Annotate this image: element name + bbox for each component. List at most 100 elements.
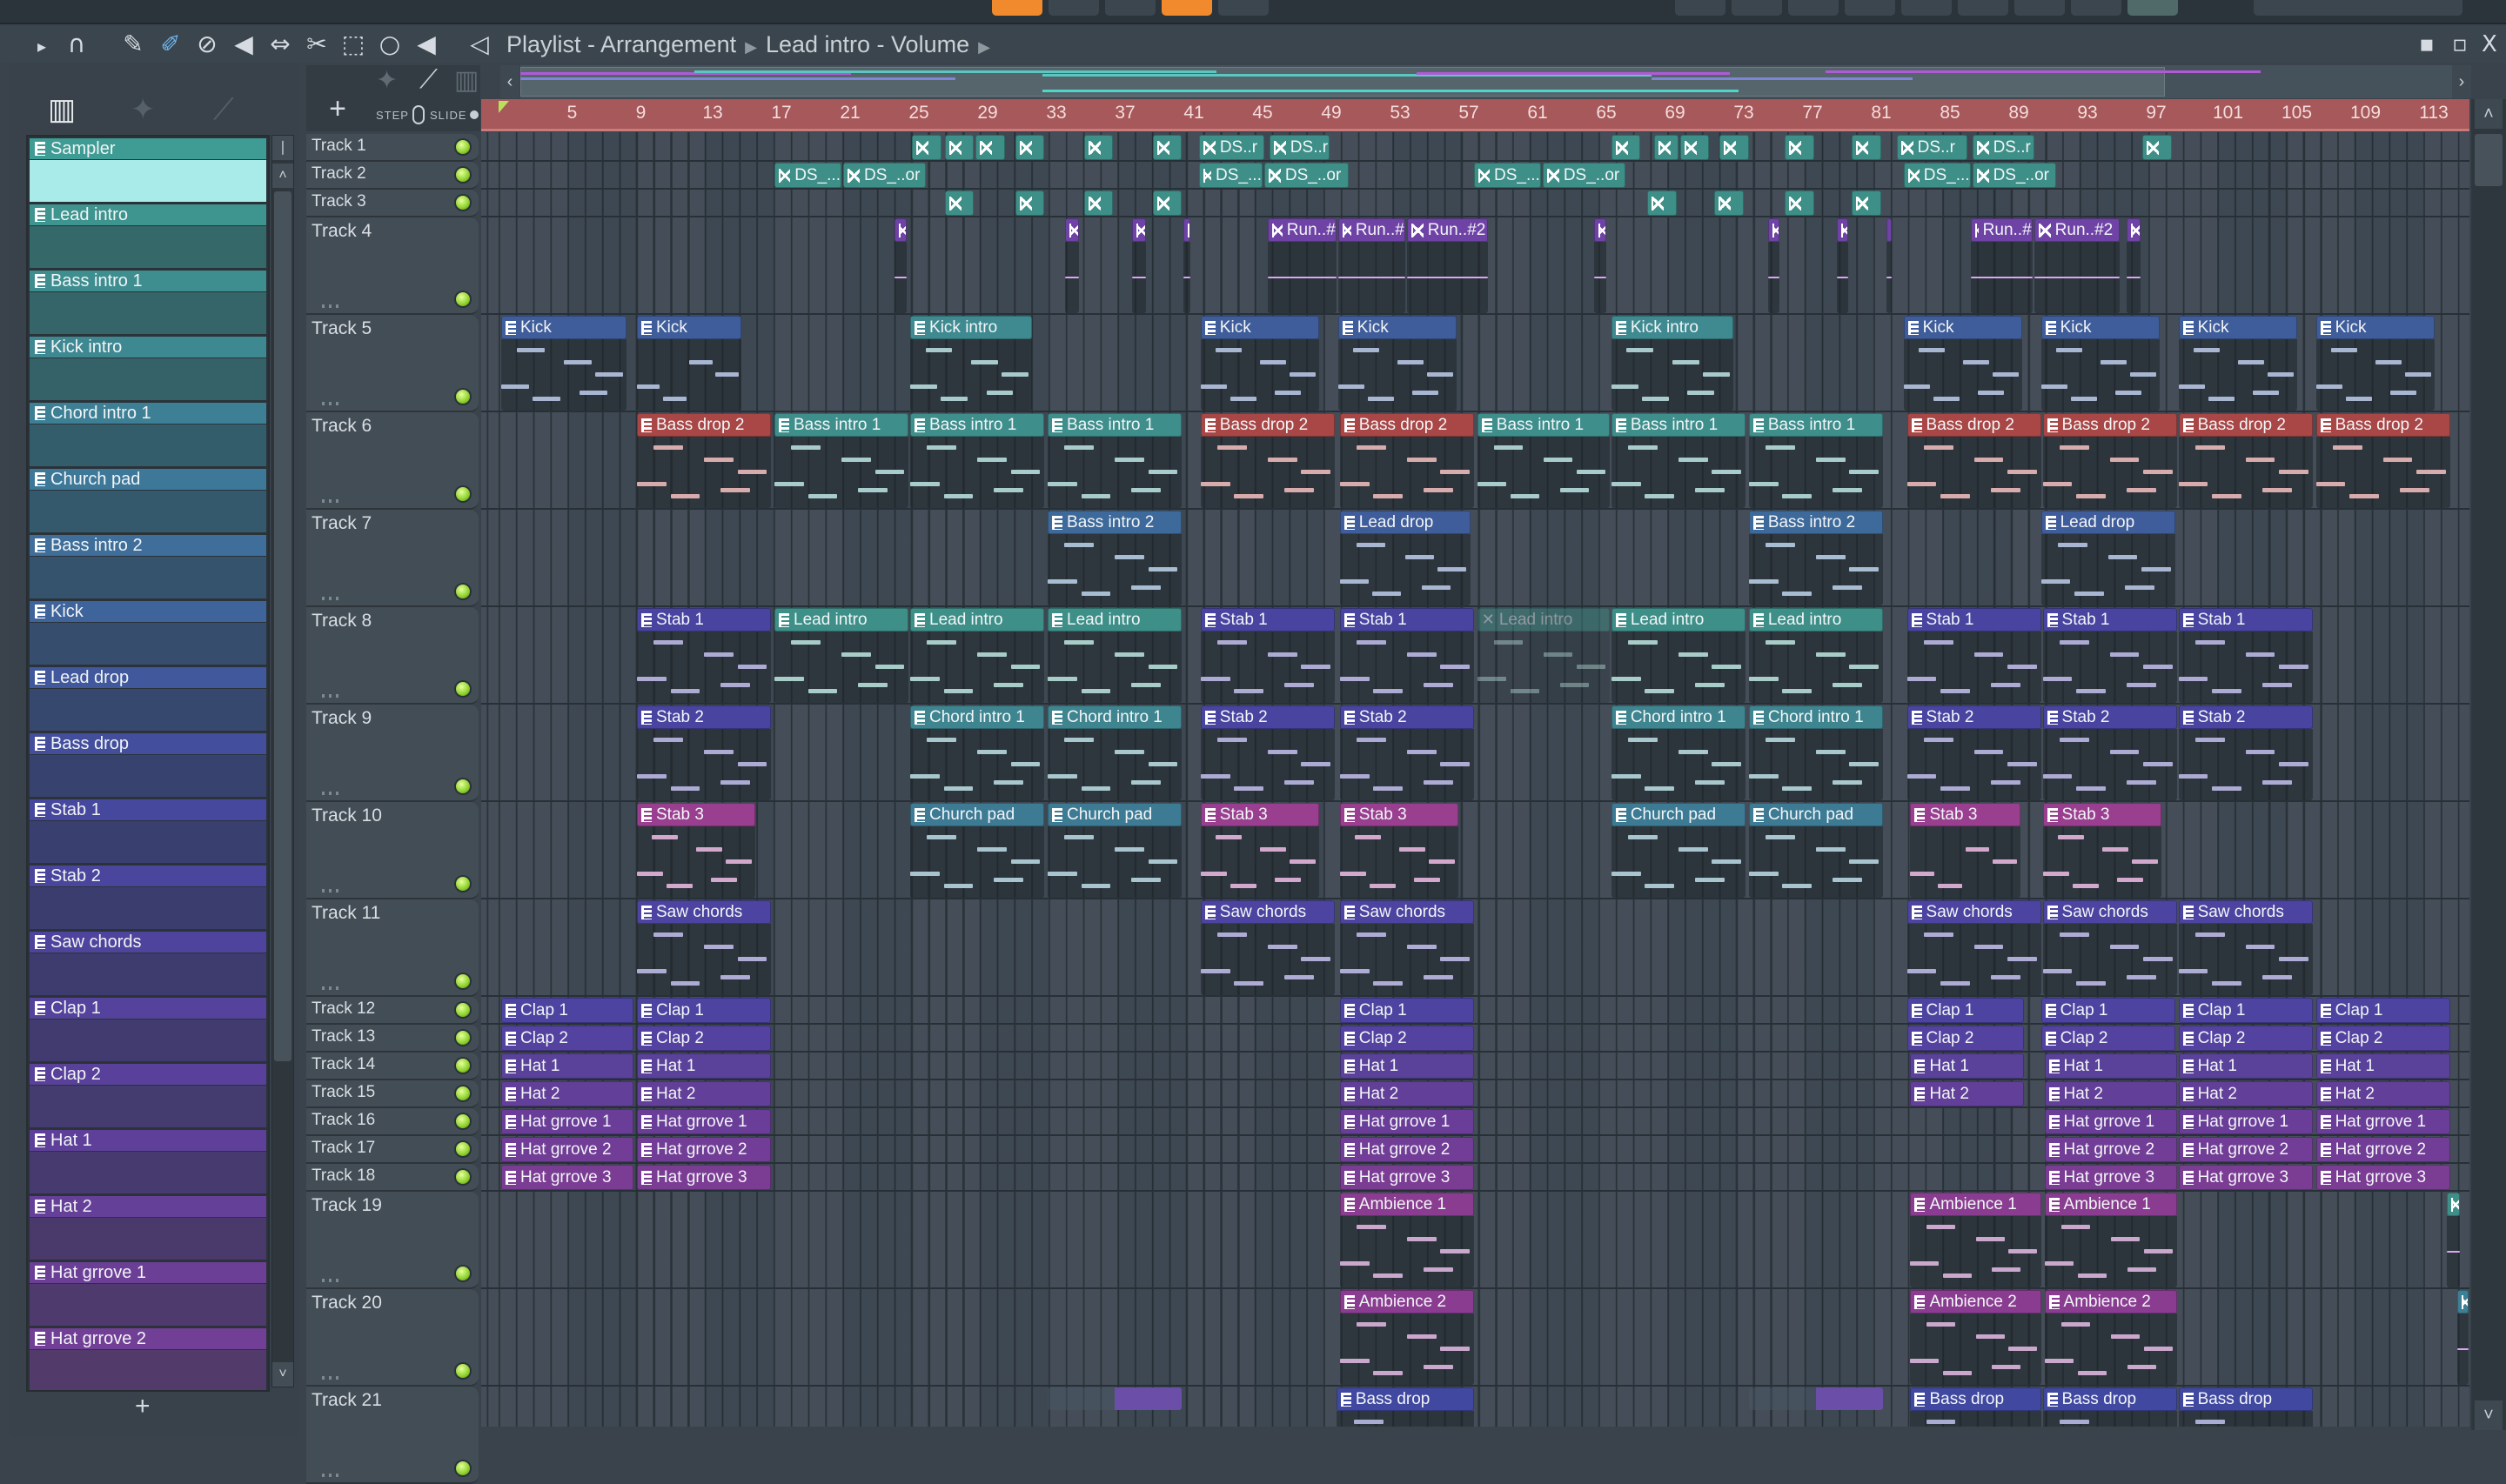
track-header[interactable]: Track 9 xyxy=(306,705,479,802)
toolbar-button[interactable] xyxy=(1218,0,1269,16)
clip[interactable] xyxy=(1852,191,1881,216)
add-pattern-button[interactable]: + xyxy=(135,1392,151,1421)
clip[interactable]: Chord intro 1 xyxy=(1748,705,1883,800)
clip-header[interactable] xyxy=(1064,218,1079,242)
clip-header[interactable]: Hat grrove 1 xyxy=(2178,1109,2313,1134)
clip[interactable]: Hat grrove 2 xyxy=(637,1137,772,1162)
pattern-header[interactable]: Kick xyxy=(30,601,266,622)
pattern-header[interactable]: Lead drop xyxy=(30,667,266,688)
clip-header[interactable]: Ambience 2 xyxy=(2044,1290,2177,1314)
clip[interactable]: DS..r xyxy=(1269,135,1330,160)
clip[interactable]: Hat 1 xyxy=(1910,1053,2024,1079)
clip-header[interactable]: Run..#2 xyxy=(2034,218,2121,242)
clip[interactable] xyxy=(1064,218,1079,313)
clip-header[interactable]: Ambience 1 xyxy=(2044,1193,2177,1216)
clip-header[interactable]: Hat grrove 2 xyxy=(2044,1137,2177,1162)
clip[interactable]: Bass intro 1 xyxy=(910,413,1045,508)
clip-header[interactable]: Clap 1 xyxy=(2178,998,2313,1023)
clip[interactable]: Ambience 1 xyxy=(1339,1193,1474,1287)
clip[interactable] xyxy=(1719,135,1749,160)
clip-header[interactable]: Hat grrove 1 xyxy=(500,1109,634,1134)
pattern-header[interactable]: Hat grrove 2 xyxy=(30,1328,266,1349)
clip-header[interactable]: Stab 1 xyxy=(2178,608,2313,632)
clip-header[interactable] xyxy=(944,191,975,216)
clip[interactable] xyxy=(1594,218,1606,313)
track-resize-grip[interactable] xyxy=(322,499,341,503)
clip[interactable]: Hat 2 xyxy=(637,1081,772,1106)
clip-header[interactable]: Stab 3 xyxy=(1339,803,1459,826)
clip-header[interactable]: Chord intro 1 xyxy=(1611,705,1745,729)
clip-header[interactable] xyxy=(975,135,1005,160)
clip-header[interactable] xyxy=(1679,135,1710,160)
clip[interactable]: Lead intro xyxy=(1748,608,1883,703)
clip-header[interactable]: Bass intro 1 xyxy=(774,413,909,437)
track-name[interactable]: Track 5 xyxy=(312,318,372,339)
clip-header[interactable] xyxy=(1785,191,1814,216)
clip-header[interactable]: Hat 2 xyxy=(500,1081,634,1106)
step-toggle[interactable] xyxy=(412,105,425,124)
clip[interactable] xyxy=(2127,218,2141,313)
clip-header[interactable]: DS_..or xyxy=(1542,163,1625,188)
clip[interactable]: Bass drop xyxy=(1336,1387,1474,1427)
clip-header[interactable]: Clap 2 xyxy=(1339,1026,1474,1051)
clip-header[interactable]: ✕ Lead intro xyxy=(1477,608,1610,632)
clip-header[interactable]: Bass intro 2 xyxy=(1048,511,1183,534)
track-header[interactable]: Track 21 xyxy=(306,1387,479,1484)
clip[interactable] xyxy=(2446,1193,2461,1287)
clip[interactable]: Clap 1 xyxy=(500,998,634,1023)
clip[interactable]: Clap 2 xyxy=(1906,1026,2024,1051)
clip[interactable]: Ambience 1 xyxy=(2044,1193,2177,1287)
track-enable-led[interactable] xyxy=(456,1114,470,1128)
toolbar-button[interactable] xyxy=(1675,0,1725,16)
clip-header[interactable]: Saw chords xyxy=(2178,900,2313,924)
clip[interactable]: Run..#2 xyxy=(1406,218,1488,313)
pattern-item[interactable]: Kick xyxy=(30,601,266,665)
pattern-header[interactable]: Clap 2 xyxy=(30,1064,266,1085)
clip-header[interactable]: Kick xyxy=(500,316,627,339)
clip-header[interactable]: Hat grrove 3 xyxy=(637,1165,772,1190)
clip[interactable]: Stab 2 xyxy=(2042,705,2177,800)
clip[interactable]: Church pad xyxy=(910,803,1045,898)
track-enable-led[interactable] xyxy=(456,1267,470,1280)
clip[interactable]: Hat 1 xyxy=(637,1053,772,1079)
pattern-item[interactable]: Hat grrove 1 xyxy=(30,1262,266,1327)
toolbar-button[interactable] xyxy=(2127,0,2178,16)
clip-header[interactable]: Saw chords xyxy=(1906,900,2041,924)
clip[interactable]: Bass drop 2 xyxy=(1339,413,1474,508)
clip-header[interactable]: Hat grrove 1 xyxy=(2044,1109,2177,1134)
clip-header[interactable]: Hat 1 xyxy=(637,1053,772,1079)
clip-header[interactable]: Clap 1 xyxy=(2315,998,2450,1023)
clip[interactable]: Kick xyxy=(637,316,742,411)
clip[interactable]: Saw chords xyxy=(637,900,772,995)
pattern-item[interactable]: Lead intro xyxy=(30,204,266,269)
clip-header[interactable]: Bass drop 2 xyxy=(2042,413,2177,437)
clip[interactable] xyxy=(1852,135,1881,160)
clip[interactable]: Ambience 2 xyxy=(2044,1290,2177,1385)
track-resize-grip[interactable] xyxy=(322,304,341,308)
clip[interactable]: Church pad xyxy=(1611,803,1745,898)
delete-icon[interactable]: ⊘ xyxy=(191,30,223,59)
clip-header[interactable]: Lead intro xyxy=(910,608,1045,632)
clip-header[interactable]: Kick xyxy=(1903,316,2022,339)
clip[interactable]: Kick intro xyxy=(1611,316,1733,411)
clip-header[interactable]: Hat grrove 1 xyxy=(1339,1109,1474,1134)
clip[interactable]: Stab 2 xyxy=(1906,705,2041,800)
clip-header[interactable]: Clap 1 xyxy=(1906,998,2024,1023)
pattern-item[interactable]: Chord intro 1 xyxy=(30,403,266,467)
clip-header[interactable]: Bass drop 2 xyxy=(1906,413,2041,437)
track-name[interactable]: Track 1 xyxy=(312,137,366,156)
clip[interactable] xyxy=(1083,191,1114,216)
pattern-item[interactable]: Hat 1 xyxy=(30,1130,266,1194)
clip-header[interactable]: Bass drop xyxy=(1336,1387,1474,1411)
clip-header[interactable]: Hat grrove 3 xyxy=(2315,1165,2450,1190)
clip[interactable]: Stab 2 xyxy=(1200,705,1335,800)
clip-header[interactable]: DS..r xyxy=(1269,135,1330,160)
clip-header[interactable]: Clap 2 xyxy=(2315,1026,2450,1051)
track-header[interactable]: Track 19 xyxy=(306,1192,479,1289)
clip[interactable]: DS..r xyxy=(1896,135,1967,160)
clip[interactable] xyxy=(1714,191,1744,216)
clip-header[interactable]: Bass intro 1 xyxy=(1477,413,1610,437)
clip[interactable]: Hat 2 xyxy=(2178,1081,2313,1106)
clip-header[interactable]: Bass drop 2 xyxy=(1339,413,1474,437)
clip[interactable]: Kick xyxy=(2040,316,2160,411)
